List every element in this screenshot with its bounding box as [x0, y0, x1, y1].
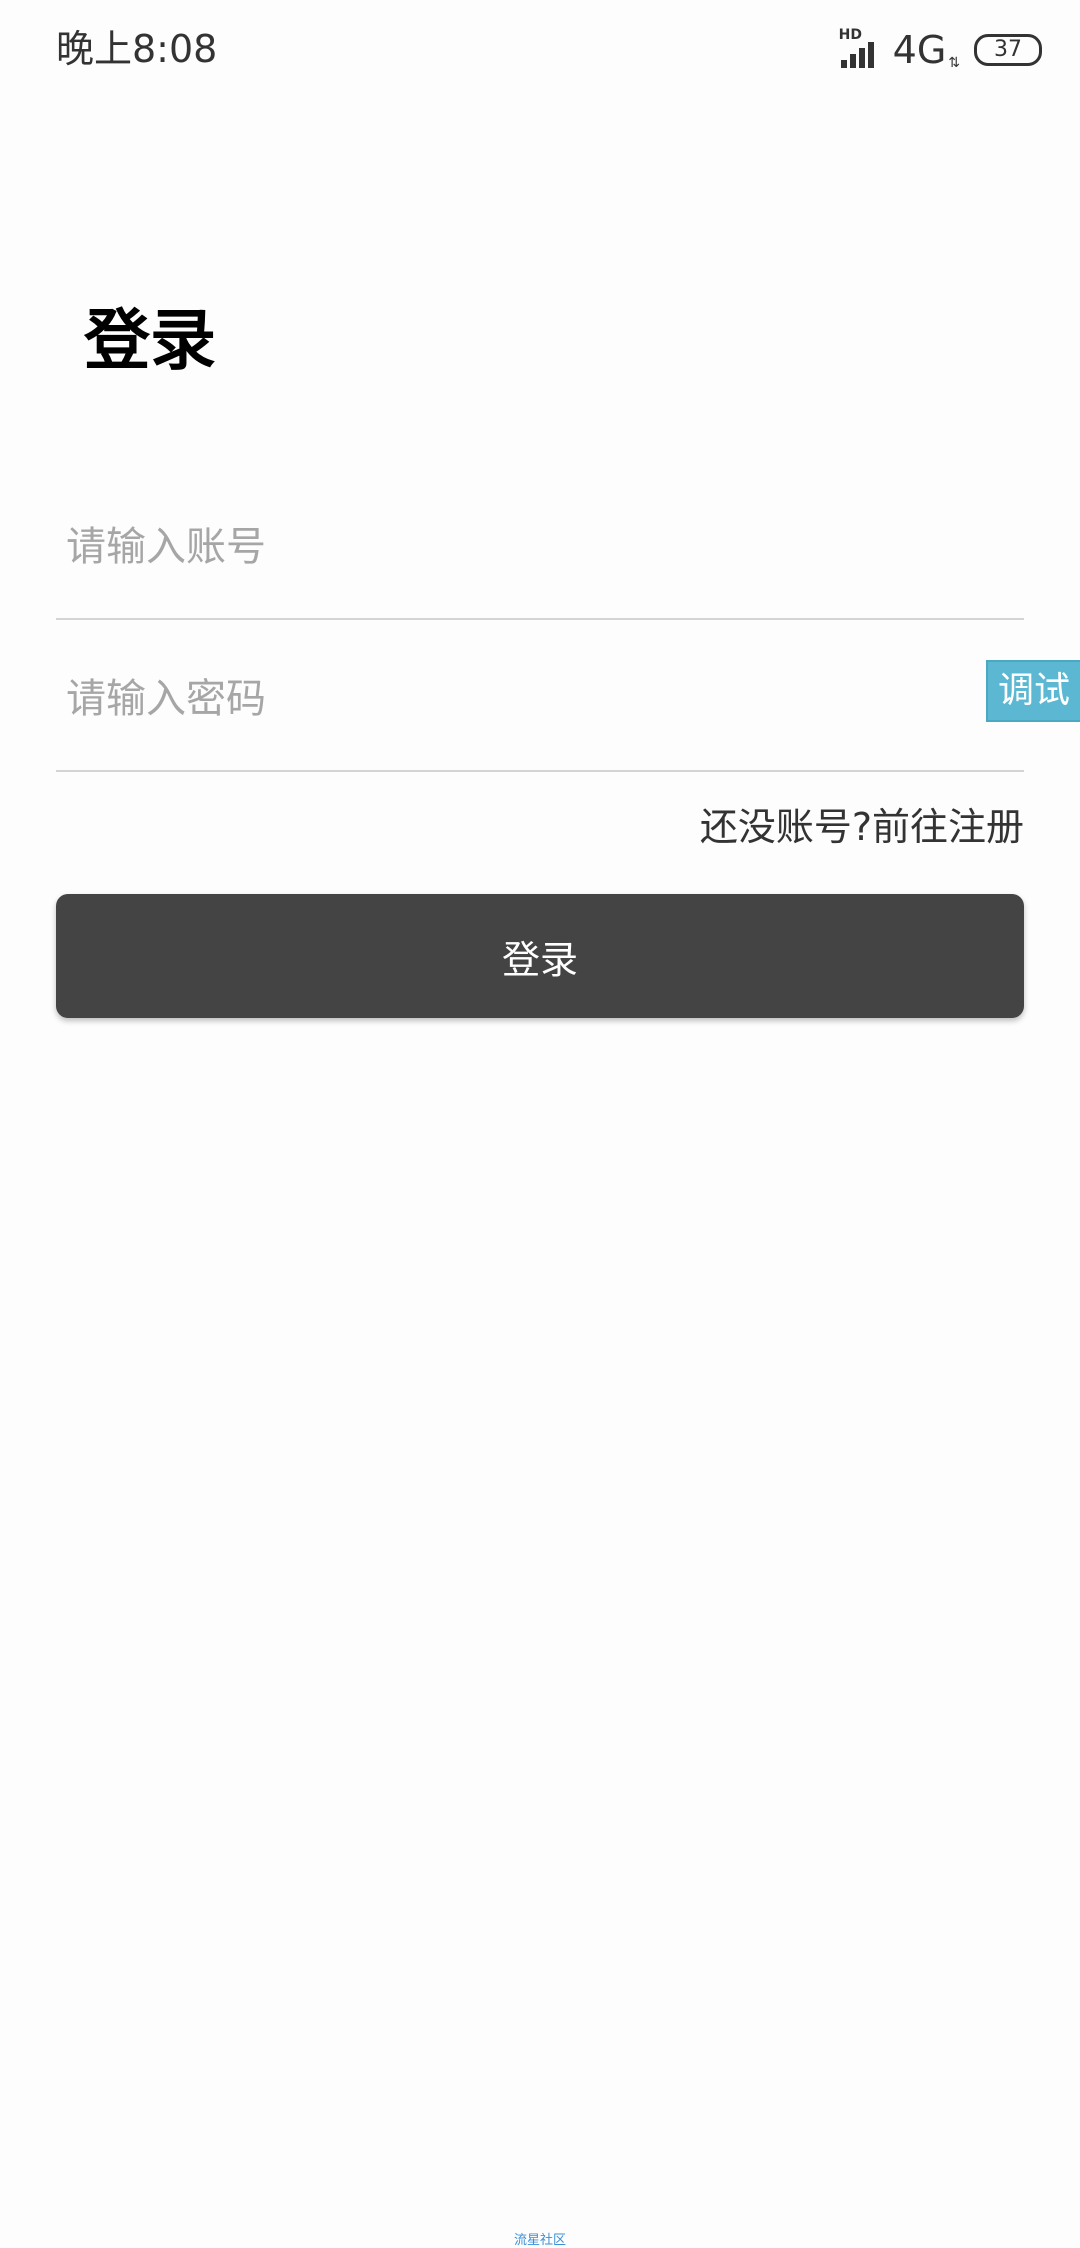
battery-level: 37 [994, 37, 1022, 62]
account-field [56, 468, 1024, 620]
signal-bars-icon [840, 42, 874, 68]
signal-icon: HD [839, 28, 885, 68]
network-type: 4G [892, 28, 947, 72]
page-title: 登录 [84, 302, 216, 379]
status-time: 晚上8:08 [56, 27, 218, 71]
battery-icon: 37 [974, 34, 1042, 66]
footer-text: 流星社区 [513, 2233, 566, 2248]
login-screen: 晚上8:08 HD 4G ⇅ 37 登录 调试 还没账号?前往注册 [0, 0, 1080, 2248]
data-arrows-icon: ⇅ [948, 55, 960, 71]
login-button[interactable]: 登录 [56, 894, 1024, 1018]
status-indicators: HD 4G ⇅ 37 [839, 28, 1042, 72]
status-bar: 晚上8:08 HD 4G ⇅ 37 [0, 0, 1080, 100]
hd-label: HD [838, 27, 862, 43]
debug-tab-button[interactable]: 调试 [986, 660, 1080, 722]
account-input[interactable] [66, 524, 966, 570]
register-link[interactable]: 还没账号?前往注册 [700, 800, 1024, 854]
password-input[interactable] [66, 676, 966, 722]
password-field [56, 620, 1024, 772]
